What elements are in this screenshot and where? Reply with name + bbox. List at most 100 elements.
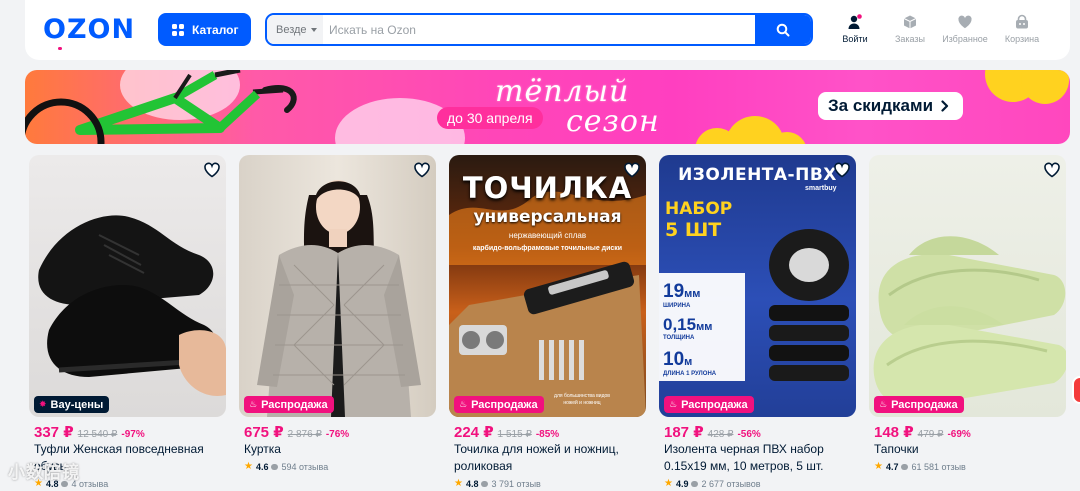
nav-favorites[interactable]: Избранное [935, 14, 995, 44]
price: 224 ₽ [454, 424, 494, 441]
product-title[interactable]: Точилка для ножей и ножниц, роликовая [454, 441, 644, 475]
sale-badge: ♨ Распродажа [244, 396, 334, 413]
sale-badge: ♨ Распродажа [664, 396, 754, 413]
nav-login[interactable]: Войти [825, 14, 885, 44]
price: 187 ₽ [664, 424, 704, 441]
product-card: ♨ Распродажа 148 ₽ 479 ₽ -69% Тапочки ★ … [869, 155, 1066, 491]
sneakers-illustration [38, 215, 226, 396]
image-set: НАБОР [665, 199, 733, 219]
image-headline: ТОЧИЛКА [462, 171, 633, 205]
price: 675 ₽ [244, 424, 284, 441]
search-scope-select[interactable]: Везде [267, 15, 323, 44]
star-icon: ★ [874, 461, 883, 472]
promo-badge: ✸ Вау-цены [34, 396, 110, 413]
search-input[interactable] [329, 15, 749, 44]
rating-line: ★ 4.9 2 677 отзывов [664, 478, 761, 489]
image-feature-2: карбидо-вольфрамовые точильные диски [472, 245, 623, 252]
favorite-button[interactable] [413, 161, 431, 179]
product-image-slippers[interactable]: ♨ Распродажа [869, 155, 1066, 417]
slippers-illustration [873, 236, 1066, 406]
product-title[interactable]: Тапочки [874, 441, 1064, 458]
image-feature-1: нержавеющий сплав [508, 231, 587, 240]
favorite-button[interactable] [1043, 161, 1061, 179]
rating-value: 4.9 [675, 478, 689, 489]
flame-icon: ♨ [459, 399, 468, 409]
flame-icon: ♨ [879, 399, 888, 409]
promo-banner[interactable]: тёплый сезон до 30 апреля За скидками [25, 70, 1070, 144]
old-price: 479 ₽ [917, 429, 944, 440]
old-price: 1 515 ₽ [497, 429, 532, 440]
reviews-count[interactable]: 3 791 отзыв [491, 479, 540, 489]
nav-orders-label: Заказы [894, 34, 926, 44]
reviews-count[interactable]: 594 отзыва [281, 462, 328, 472]
star-icon: ★ [664, 478, 673, 489]
user-icon [848, 14, 862, 29]
rating-line: ★ 4.6 594 отзыва [244, 461, 328, 472]
sale-badge: ♨ Распродажа [874, 396, 964, 413]
reviews-icon [481, 480, 489, 487]
cart-icon [1016, 14, 1028, 29]
product-image-sharpener[interactable]: ТОЧИЛКА универсальная нержавеющий сплав … [449, 155, 646, 417]
sparkle-icon: ✸ [39, 399, 47, 409]
nav-login-label: Войти [842, 34, 868, 44]
spec-length: 10м ДЛИНА 1 РУЛОНА [663, 349, 717, 377]
sale-badge: ♨ Распродажа [454, 396, 544, 413]
flame-icon: ♨ [669, 399, 678, 409]
catalog-label: Каталог [192, 22, 239, 37]
price-line: 675 ₽ 2 876 ₽ -76% [244, 423, 349, 441]
jacket-illustration [257, 180, 421, 417]
reviews-icon [691, 480, 699, 487]
favorite-button[interactable] [203, 161, 221, 179]
banner-date: до 30 апреля [437, 107, 543, 129]
box-icon [903, 15, 917, 29]
search-scope-label: Везде [276, 23, 307, 36]
banner-subtitle: сезон [566, 104, 660, 139]
price: 148 ₽ [874, 424, 914, 441]
product-image-sneakers[interactable]: ✸ Вау-цены [29, 155, 226, 417]
search-bar: Везде [265, 13, 813, 46]
product-image-jacket[interactable]: ♨ Распродажа [239, 155, 436, 417]
rating-line: ★ 4.7 61 581 отзыв [874, 461, 966, 472]
image-feature-3: для большинства видов ножей и ножниц [554, 393, 610, 406]
ozon-logo[interactable]: OZON [43, 14, 135, 45]
reviews-count[interactable]: 2 677 отзывов [701, 479, 760, 489]
catalog-button[interactable]: Каталог [158, 13, 251, 46]
discount: -69% [947, 429, 971, 440]
nav-cart[interactable]: Корзина [992, 14, 1052, 44]
image-count: 5 ШТ [665, 219, 722, 241]
banner-cta-button[interactable]: За скидками [818, 92, 964, 120]
price: 337 ₽ [34, 424, 74, 441]
reviews-icon [901, 463, 909, 470]
favorite-button[interactable] [623, 161, 641, 179]
product-card: ИЗОЛЕНТА-ПВХ НАБОР 5 ШТ smartbuy 19мм ШИ… [659, 155, 856, 491]
price-line: 148 ₽ 479 ₽ -69% [874, 423, 971, 441]
logo-dot [58, 47, 62, 50]
heart-outline-icon [204, 162, 220, 178]
nav-orders[interactable]: Заказы [880, 14, 940, 44]
product-title[interactable]: Куртка [244, 441, 434, 458]
spec-width: 19мм ШИРИНА [663, 281, 701, 309]
discount: -97% [121, 429, 145, 440]
flower-decoration [1021, 70, 1069, 104]
reviews-count[interactable]: 61 581 отзыв [911, 462, 965, 472]
discount: -56% [737, 429, 761, 440]
flame-icon: ♨ [249, 399, 258, 409]
favorite-button[interactable] [833, 161, 851, 179]
image-subheadline: универсальная [473, 207, 622, 227]
bicycle-image [25, 70, 297, 144]
discount: -85% [535, 429, 560, 440]
reviews-icon [271, 463, 279, 470]
chevron-down-icon [310, 27, 317, 32]
old-price: 428 ₽ [707, 429, 734, 440]
product-card: ТОЧИЛКА универсальная нержавеющий сплав … [449, 155, 646, 491]
product-title[interactable]: Изолента черная ПВХ набор 0.15х19 мм, 10… [664, 441, 854, 475]
image-brand: smartbuy [805, 185, 837, 192]
price-line: 337 ₽ 12 540 ₽ -97% [34, 423, 145, 441]
rating-value: 4.6 [255, 461, 269, 472]
search-icon [776, 23, 790, 36]
search-button[interactable] [755, 15, 811, 44]
price-line: 187 ₽ 428 ₽ -56% [664, 423, 761, 441]
product-image-tape[interactable]: ИЗОЛЕНТА-ПВХ НАБОР 5 ШТ smartbuy 19мм ШИ… [659, 155, 856, 417]
old-price: 12 540 ₽ [77, 429, 118, 440]
floating-help-button[interactable] [1072, 376, 1080, 404]
